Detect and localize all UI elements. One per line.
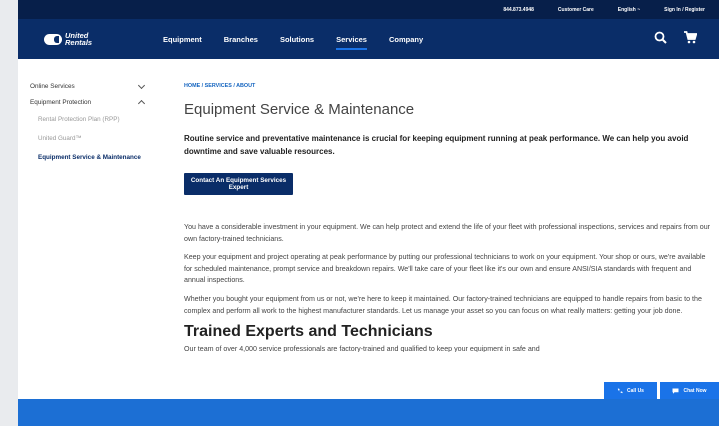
body-paragraph: You have a considerable investment in yo…: [184, 223, 711, 243]
chat-now-button[interactable]: Chat Now: [660, 382, 719, 399]
search-icon[interactable]: [654, 31, 667, 44]
sidebar: Online Services Equipment Protection Ren…: [18, 59, 164, 399]
body-paragraph: Keep your equipment and project operatin…: [184, 253, 706, 285]
logo[interactable]: United Rentals: [44, 32, 108, 46]
call-us-button[interactable]: Call Us: [604, 382, 657, 399]
main-nav: United Rentals Equipment Branches Soluti…: [18, 19, 719, 59]
chevron-up-icon: [137, 99, 146, 108]
logo-text-line2: Rentals: [65, 38, 93, 47]
nav-equipment[interactable]: Equipment: [152, 19, 213, 59]
sidebar-subitem-rpp[interactable]: Rental Protection Plan (RPP): [18, 115, 164, 124]
cart-icon[interactable]: [683, 31, 697, 44]
sidebar-item-equipment-protection[interactable]: Equipment Protection: [18, 99, 164, 108]
utility-bar: 844.873.4948 Customer Care English ~ Sig…: [18, 0, 719, 19]
sidebar-item-label: Online Services: [30, 83, 75, 90]
nav-solutions[interactable]: Solutions: [269, 19, 325, 59]
nav-services[interactable]: Services: [325, 19, 378, 59]
language-select[interactable]: English ~: [618, 7, 640, 13]
logo-icon: [44, 33, 62, 45]
page: 844.873.4948 Customer Care English ~ Sig…: [18, 0, 719, 426]
nav-links: Equipment Branches Solutions Services Co…: [152, 19, 434, 59]
chat-now-label: Chat Now: [683, 387, 707, 394]
footer-band: [18, 399, 719, 426]
nav-branches[interactable]: Branches: [213, 19, 269, 59]
page-title: Equipment Service & Maintenance: [184, 101, 415, 118]
body-paragraph-cut: Our team of over 4,000 service professio…: [184, 345, 540, 353]
phone-icon: [617, 388, 623, 393]
sidebar-subitem-united-guard[interactable]: United Guard™: [18, 134, 164, 143]
breadcrumb[interactable]: HOME / SERVICES / ABOUT: [184, 83, 711, 89]
body-paragraph: Whether you bought your equipment from u…: [184, 294, 702, 315]
nav-company[interactable]: Company: [378, 19, 434, 59]
sidebar-subitem-service-maintenance[interactable]: Equipment Service & Maintenance: [18, 153, 164, 162]
sidebar-item-label: Equipment Protection: [30, 99, 92, 106]
sign-in-link[interactable]: Sign In / Register: [664, 7, 705, 13]
sidebar-item-online-services[interactable]: Online Services: [18, 81, 164, 90]
lead-paragraph: Routine service and preventative mainten…: [184, 134, 689, 156]
chevron-down-icon: [137, 81, 146, 89]
chat-icon: [672, 388, 679, 394]
call-us-label: Call Us: [627, 387, 644, 394]
section-heading: Trained Experts and Technicians: [184, 323, 433, 341]
phone-link[interactable]: 844.873.4948: [503, 7, 534, 13]
customer-care-link[interactable]: Customer Care: [558, 7, 594, 13]
main-content: HOME / SERVICES / ABOUT Equipment Servic…: [184, 59, 711, 399]
contact-expert-button[interactable]: Contact An Equipment Services Expert: [184, 173, 293, 195]
